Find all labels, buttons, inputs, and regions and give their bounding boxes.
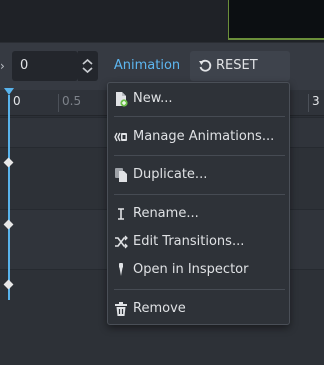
new-file-icon xyxy=(116,92,128,107)
frame-stepper[interactable] xyxy=(78,51,98,81)
menu-item-new[interactable]: New... xyxy=(108,87,289,111)
ruler-tick xyxy=(58,94,59,112)
menu-item-label: Duplicate... xyxy=(133,167,208,182)
ruler-label-0-5: 0.5 xyxy=(62,94,82,108)
menu-item-duplicate[interactable]: Duplicate... xyxy=(108,163,289,187)
reset-animation-selector[interactable]: RESET xyxy=(190,51,290,81)
menu-item-rename[interactable]: Rename... xyxy=(108,202,289,226)
rename-icon xyxy=(118,208,124,220)
inspector-icon xyxy=(119,263,123,276)
duplicate-icon xyxy=(115,168,127,182)
ruler-label-0: 0 xyxy=(13,94,21,108)
reset-icon xyxy=(199,59,212,72)
animation-library-icon xyxy=(114,132,127,142)
menu-item-label: Remove xyxy=(133,301,186,316)
transitions-icon xyxy=(115,235,128,249)
animation-menu-button[interactable]: Animation xyxy=(106,51,188,81)
menu-item-manage-animations[interactable]: Manage Animations... xyxy=(108,125,289,149)
menu-item-label: New... xyxy=(133,91,173,106)
playhead[interactable] xyxy=(8,95,10,300)
menu-separator xyxy=(114,116,285,117)
playhead-handle[interactable] xyxy=(4,88,14,95)
menu-item-edit-transitions[interactable]: Edit Transitions... xyxy=(108,230,289,254)
menu-separator xyxy=(114,155,285,156)
menu-separator xyxy=(114,194,285,195)
menu-item-label: Rename... xyxy=(133,206,199,221)
reset-label: RESET xyxy=(216,58,258,73)
viewport-border-bottom xyxy=(228,38,324,40)
animation-dropdown-menu: New... Manage Animations... Duplicate...… xyxy=(107,82,290,325)
menu-item-label: Open in Inspector xyxy=(133,262,249,277)
ruler-label-3: 3 xyxy=(312,94,320,108)
menu-item-label: Edit Transitions... xyxy=(133,234,245,249)
viewport-preview xyxy=(228,0,324,40)
stepper-arrows-icon xyxy=(82,58,93,74)
arrow-right-icon[interactable]: › xyxy=(0,58,6,74)
viewport-border xyxy=(228,0,229,40)
frame-input[interactable]: 0 xyxy=(12,51,78,81)
trash-icon xyxy=(115,302,127,316)
ruler-tick xyxy=(308,94,309,112)
menu-item-label: Manage Animations... xyxy=(133,129,275,144)
menu-item-open-in-inspector[interactable]: Open in Inspector xyxy=(108,258,289,282)
menu-item-remove[interactable]: Remove xyxy=(108,297,289,321)
menu-separator xyxy=(114,289,285,290)
